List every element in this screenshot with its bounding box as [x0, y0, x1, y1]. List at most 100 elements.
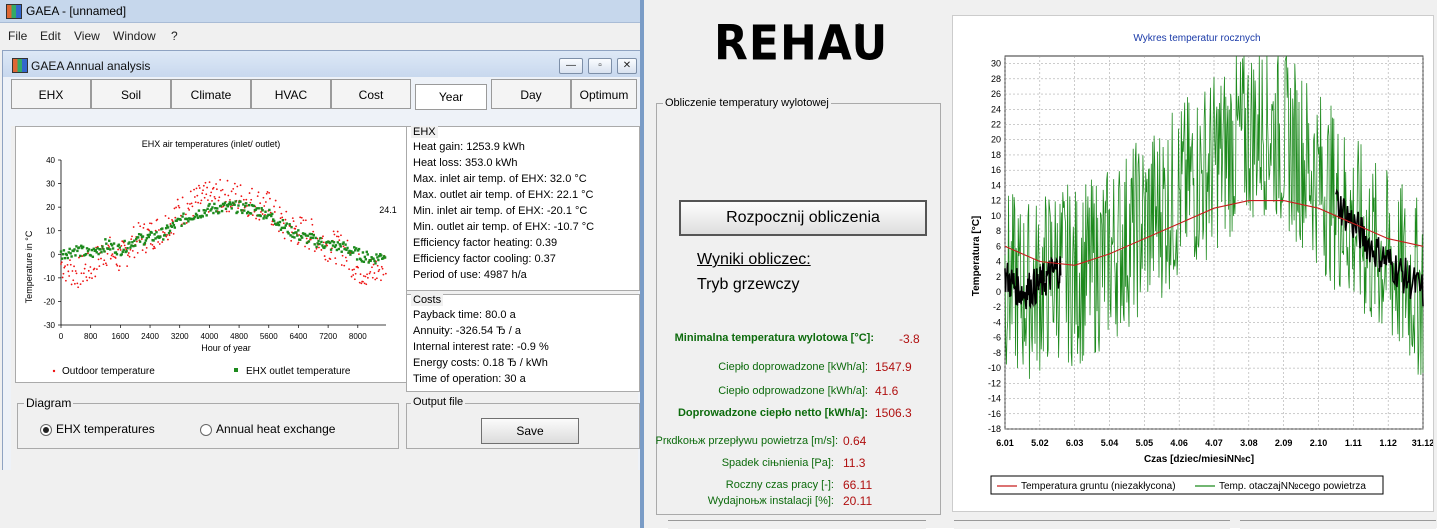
outdoor-temperature-point — [164, 214, 167, 217]
outdoor-temperature-point — [67, 270, 70, 273]
menu-file[interactable]: File — [8, 29, 27, 43]
ehx-outlet-point — [108, 248, 112, 251]
outdoor-temperature-point — [247, 214, 250, 217]
minimize-button[interactable]: — — [559, 58, 583, 74]
outdoor-temperature-point — [131, 249, 134, 252]
outdoor-temperature-point — [342, 245, 345, 248]
ehx-line-min-inlet: Min. inlet air temp. of EHX: -20.1 °C — [413, 205, 588, 217]
ehx-outlet-point — [318, 242, 321, 246]
tab-day[interactable]: Day — [491, 79, 571, 109]
outdoor-temperature-point — [324, 258, 327, 261]
outdoor-temperature-point — [237, 207, 240, 210]
ehx-outlet-point — [252, 204, 256, 208]
outdoor-temperature-point — [177, 204, 180, 207]
outdoor-temperature-point — [221, 188, 224, 191]
outdoor-temperature-point — [127, 254, 129, 257]
results-heading: Wyniki obliczec: — [697, 251, 811, 268]
outdoor-temperature-point — [96, 268, 98, 271]
ehx-outlet-point — [163, 233, 167, 237]
outdoor-temperature-point — [250, 198, 253, 201]
annual-y-tick-label: 28 — [991, 74, 1001, 84]
ehx-outlet-point — [374, 262, 377, 265]
radio-ehx-temperatures[interactable] — [40, 424, 52, 436]
radio-annual-heat-exchange-label[interactable]: Annual heat exchange — [216, 422, 335, 436]
ehx-x-tick-label: 8000 — [349, 332, 367, 341]
tab-hvac[interactable]: HVAC — [251, 79, 331, 109]
outdoor-temperature-point — [152, 247, 155, 250]
ehx-outlet-point — [117, 243, 121, 246]
tab-optimum[interactable]: Optimum — [571, 79, 637, 109]
outdoor-temperature-point — [376, 264, 379, 267]
outdoor-temperature-point — [107, 244, 110, 247]
outdoor-temperature-point — [380, 279, 382, 282]
outdoor-temperature-point — [246, 204, 248, 207]
menu-view[interactable]: View — [74, 29, 100, 43]
save-button[interactable]: Save — [481, 418, 579, 444]
ehx-outlet-point — [299, 238, 302, 241]
outdoor-temperature-point — [225, 210, 228, 213]
ehx-outlet-point — [60, 257, 64, 260]
radio-ehx-temperatures-label[interactable]: EHX temperatures — [56, 422, 155, 436]
start-calculation-button[interactable]: Rozpocznij obliczenia — [679, 200, 927, 236]
outdoor-temperature-point — [187, 207, 190, 210]
outdoor-temperature-point — [215, 188, 218, 191]
tab-year[interactable]: Year — [415, 84, 487, 110]
tab-cost[interactable]: Cost — [331, 79, 411, 109]
outdoor-temperature-point — [368, 272, 371, 275]
outdoor-temperature-point — [128, 255, 131, 258]
ehx-outlet-point — [249, 212, 253, 215]
annual-y-tick-label: -16 — [988, 409, 1001, 419]
restore-button[interactable]: ▫ — [588, 58, 612, 74]
close-button[interactable]: ✕ — [617, 58, 637, 74]
outdoor-temperature-point — [336, 230, 339, 233]
annual-analysis-titlebar[interactable]: GAEA Annual analysis — ▫ ✕ — [3, 51, 640, 77]
tab-soil[interactable]: Soil — [91, 79, 171, 109]
menu-window[interactable]: Window — [113, 29, 156, 43]
outdoor-temperature-point — [358, 281, 361, 284]
outdoor-temperature-point — [299, 216, 302, 219]
ehx-outlet-point — [195, 214, 199, 217]
ehx-outlet-point — [380, 254, 383, 257]
ehx-outlet-point — [239, 200, 242, 203]
ehx-outlet-point — [141, 235, 145, 238]
tab-ehx[interactable]: EHX — [11, 79, 91, 109]
annual-y-tick-label: -18 — [988, 424, 1001, 434]
result-label-air-velocity: Prкdkoњж przepływu powietrza [m/s]: — [655, 435, 839, 447]
annual-y-tick-label: 24 — [991, 104, 1001, 114]
ehx-outlet-point — [383, 256, 387, 259]
outdoor-temperature-point — [80, 272, 83, 275]
outdoor-temperature-point — [173, 207, 176, 210]
outdoor-temperature-point — [353, 268, 355, 271]
outdoor-temperature-point — [132, 226, 135, 228]
outdoor-temperature-point — [141, 249, 144, 252]
outdoor-temperature-point — [309, 238, 312, 241]
operating-mode: Tryb grzewczy — [697, 276, 800, 293]
outdoor-temperature-point — [69, 263, 72, 266]
ehx-outlet-point — [372, 257, 375, 261]
outdoor-temperature-point — [285, 210, 288, 213]
ehx-outlet-point — [126, 247, 129, 250]
outdoor-temperature-point — [329, 258, 332, 261]
gaea-titlebar[interactable]: GAEA - [unnamed] — [0, 0, 640, 23]
outdoor-temperature-point — [73, 265, 75, 268]
ehx-y-tick-label: 20 — [46, 203, 55, 212]
outdoor-temperature-point — [300, 216, 303, 219]
ehx-chart-annotation: 24.1 — [379, 205, 397, 215]
radio-annual-heat-exchange[interactable] — [200, 424, 212, 436]
menu-help[interactable]: ? — [171, 29, 178, 43]
costs-line-annuity: Annuity: -326.54 Ђ / a — [413, 325, 521, 337]
ehx-outlet-point — [237, 204, 240, 207]
menu-edit[interactable]: Edit — [40, 29, 61, 43]
outdoor-temperature-point — [295, 225, 297, 228]
outdoor-temperature-point — [294, 227, 297, 230]
ehx-outlet-point — [62, 249, 66, 252]
ehx-outlet-point — [244, 204, 247, 208]
tab-climate[interactable]: Climate — [171, 79, 251, 109]
outdoor-temperature-point — [189, 203, 191, 205]
outdoor-temperature-point — [353, 278, 356, 281]
annual-y-tick-label: 4 — [996, 257, 1001, 267]
outdoor-temperature-point — [176, 198, 179, 201]
outdoor-temperature-point — [315, 247, 318, 250]
outdoor-temperature-point — [79, 283, 82, 286]
ehx-outlet-point — [66, 256, 69, 260]
